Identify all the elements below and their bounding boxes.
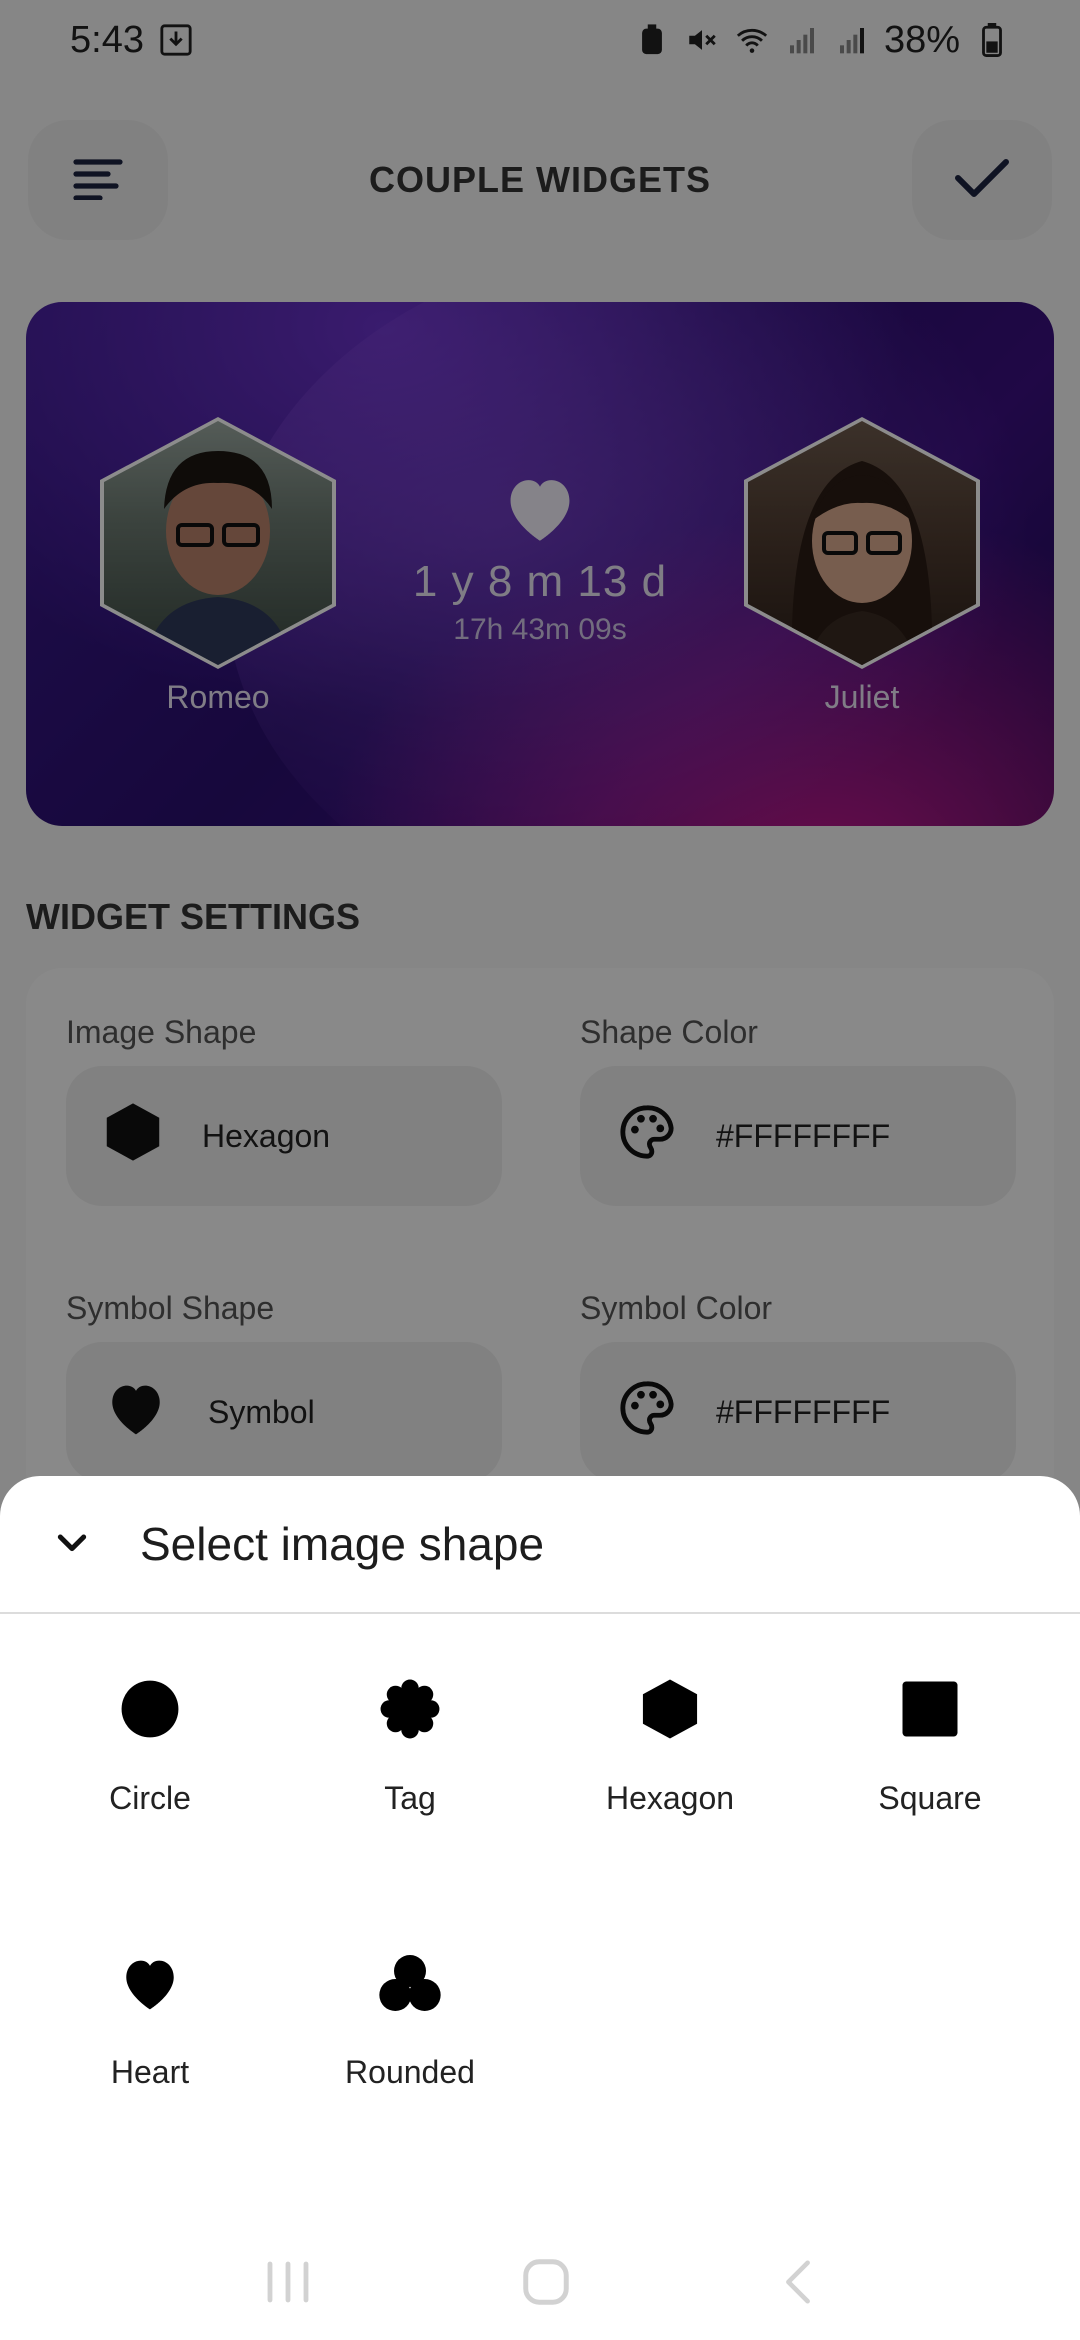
shape-label: Square — [878, 1780, 982, 1816]
shape-label: Tag — [384, 1780, 436, 1816]
shape-option-heart[interactable]: Heart — [30, 1948, 270, 2091]
shape-option-rounded[interactable]: Rounded — [290, 1948, 530, 2091]
system-nav-bar — [0, 2228, 1080, 2340]
back-icon[interactable] — [778, 2257, 818, 2312]
shape-label: Circle — [109, 1780, 191, 1816]
shape-option-circle[interactable]: Circle — [30, 1674, 270, 1817]
hexagon-shape-icon — [635, 1674, 705, 1744]
shape-picker-sheet: Select image shape Circle Tag Hexagon Sq… — [0, 1476, 1080, 2340]
app-screen: 5:43 38% COUPLE WIDGETS Romeo 1 y 8 m 13… — [0, 0, 1080, 2340]
shape-option-square[interactable]: Square — [810, 1674, 1050, 1817]
circle-shape-icon — [115, 1674, 185, 1744]
sheet-header: Select image shape — [0, 1476, 1080, 1614]
shape-option-tag[interactable]: Tag — [290, 1674, 530, 1817]
rounded-shape-icon — [375, 1948, 445, 2018]
recents-icon[interactable] — [262, 2258, 314, 2311]
shape-label: Rounded — [345, 2054, 475, 2090]
home-icon[interactable] — [519, 2255, 573, 2314]
shape-option-hexagon[interactable]: Hexagon — [550, 1674, 790, 1817]
tag-shape-icon — [375, 1674, 445, 1744]
heart-shape-icon — [115, 1948, 185, 2018]
sheet-title: Select image shape — [140, 1518, 545, 1570]
shape-label: Heart — [110, 2054, 190, 2090]
square-shape-icon — [895, 1674, 965, 1744]
chevron-down-icon[interactable] — [52, 1522, 92, 1567]
shape-label: Hexagon — [605, 1780, 735, 1816]
